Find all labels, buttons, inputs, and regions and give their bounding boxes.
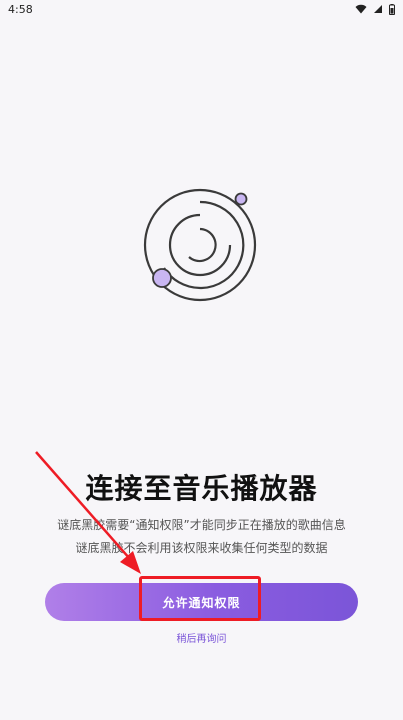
- allow-notification-label: 允许通知权限: [162, 595, 241, 610]
- signal-icon: [373, 4, 383, 14]
- battery-icon: [389, 3, 395, 15]
- ask-later-link[interactable]: 稍后再询问: [0, 630, 403, 645]
- page-title: 连接至音乐播放器: [85, 472, 318, 505]
- wifi-icon: [355, 4, 367, 14]
- allow-notification-button[interactable]: 允许通知权限: [45, 583, 358, 621]
- status-time: 4:58: [8, 2, 33, 16]
- music-orbit-icon: [130, 175, 270, 315]
- status-bar: 4:58: [0, 0, 403, 18]
- description-line-2: 谜底黑胶不会利用该权限来收集任何类型的数据: [75, 541, 328, 555]
- status-icons: [355, 3, 395, 15]
- description-line-1: 谜底黑胶需要“通知权限”才能同步正在播放的歌曲信息: [57, 518, 346, 532]
